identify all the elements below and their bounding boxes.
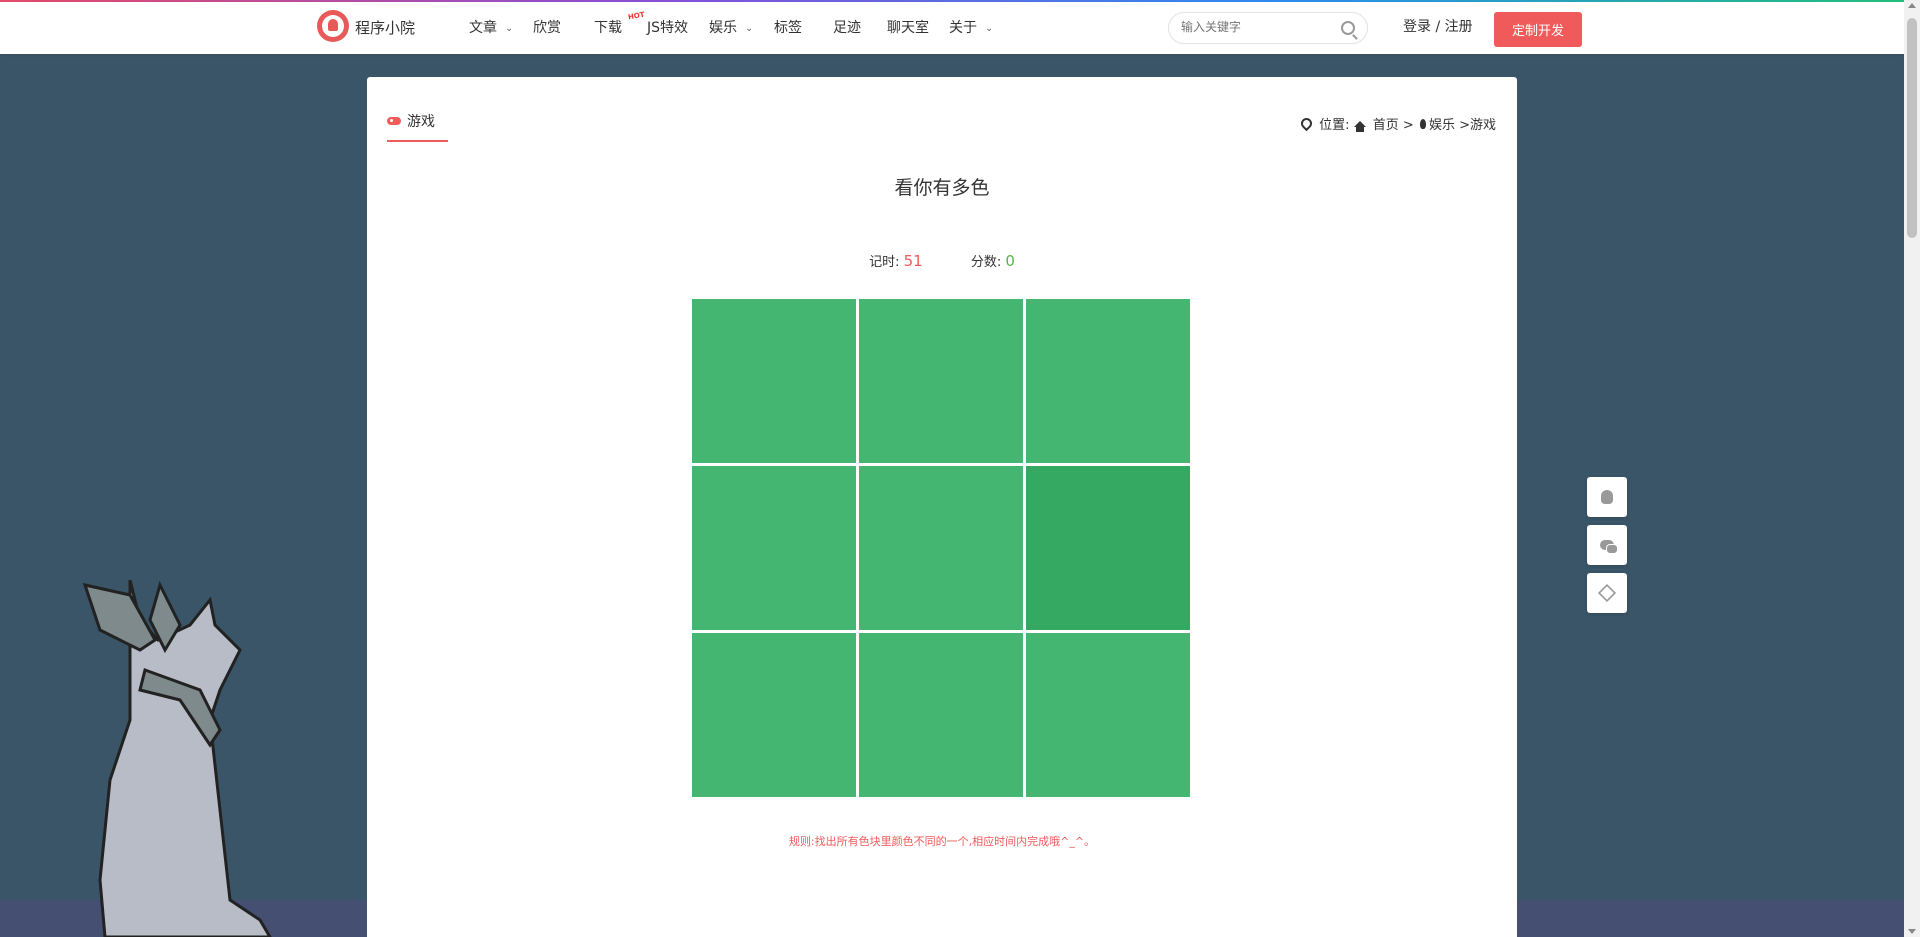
game-stats: 记时: 51 分数: 0 <box>367 251 1517 270</box>
nav-item-articles[interactable]: 文章 ⌄ <box>469 17 513 37</box>
breadcrumb-home[interactable]: 首页 <box>1373 118 1399 133</box>
wechat-contact-button[interactable] <box>1587 525 1627 565</box>
color-tile[interactable] <box>859 466 1023 630</box>
tab-label: 游戏 <box>407 114 435 130</box>
timer: 记时: 51 <box>869 251 923 270</box>
nav-item-tags[interactable]: 标签 <box>774 17 802 37</box>
timer-value: 51 <box>903 252 923 270</box>
game-title: 看你有多色 <box>894 177 990 199</box>
fire-icon <box>1419 119 1426 129</box>
color-tile[interactable] <box>692 299 856 463</box>
chevron-down-icon: ⌄ <box>505 23 514 34</box>
login-register-link[interactable]: 登录 / 注册 <box>1403 16 1473 36</box>
color-tile[interactable] <box>692 633 856 797</box>
breadcrumb: 位置: 首页 > 娱乐 >游戏 <box>1298 114 1496 133</box>
donate-button[interactable] <box>1587 573 1627 613</box>
scroll-up-arrow-icon[interactable] <box>1908 3 1916 8</box>
site-header: 程序小院 文章 ⌄ 欣赏 下载 JS特效 娱乐 ⌄ 标签 足迹 聊天室 关于 ⌄ HO… <box>0 2 1904 54</box>
nav-label: 文章 <box>469 20 497 36</box>
game-rule: 规则:找出所有色块里颜色不同的一个,相应时间内完成哦^_^。 <box>788 835 1096 848</box>
breadcrumb-category[interactable]: 娱乐 <box>1429 118 1455 133</box>
game-card: 游戏 位置: 首页 > 娱乐 >游戏 看你有多色 记时: 51 分数: 0 规则… <box>367 77 1517 937</box>
wechat-icon <box>1600 540 1618 554</box>
nav-item-gallery[interactable]: 欣赏 <box>533 17 561 37</box>
breadcrumb-separator: > <box>1402 118 1414 133</box>
custom-dev-button[interactable]: 定制开发 <box>1494 12 1582 47</box>
color-tile[interactable] <box>1026 299 1190 463</box>
cat-illustration <box>82 580 272 937</box>
breadcrumb-current: >游戏 <box>1459 118 1496 133</box>
breadcrumb-prefix: 位置: <box>1319 118 1350 133</box>
nav-item-entertainment[interactable]: 娱乐 ⌄ <box>709 17 753 37</box>
location-pin-icon <box>1298 115 1315 132</box>
diamond-icon <box>1597 583 1617 603</box>
nav-label: 娱乐 <box>709 20 737 36</box>
site-logo[interactable] <box>317 10 349 42</box>
chevron-down-icon: ⌄ <box>745 23 754 34</box>
nav-item-js-effects[interactable]: JS特效 <box>647 17 688 37</box>
qq-contact-button[interactable] <box>1587 477 1627 517</box>
odd-color-tile[interactable] <box>1026 466 1190 630</box>
gamepad-icon <box>387 117 401 125</box>
qq-icon <box>1601 490 1613 504</box>
score-value: 0 <box>1005 252 1015 270</box>
search-input[interactable] <box>1179 19 1333 35</box>
score: 分数: 0 <box>971 251 1015 270</box>
chevron-down-icon: ⌄ <box>985 23 994 34</box>
scroll-down-arrow-icon[interactable] <box>1908 929 1916 934</box>
nav-item-chatroom[interactable]: 聊天室 <box>887 17 929 37</box>
timer-label: 记时: <box>869 255 900 270</box>
home-icon <box>1353 121 1366 132</box>
nav-item-about[interactable]: 关于 ⌄ <box>949 17 993 37</box>
search-icon[interactable] <box>1341 21 1355 35</box>
color-tile[interactable] <box>692 466 856 630</box>
score-label: 分数: <box>970 255 1002 270</box>
brand-name[interactable]: 程序小院 <box>355 17 415 38</box>
color-tile[interactable] <box>859 633 1023 797</box>
hot-badge: HOT <box>627 10 646 22</box>
nav-item-footprints[interactable]: 足迹 <box>833 17 861 37</box>
nav-label: 关于 <box>949 20 977 36</box>
nav-item-download[interactable]: 下载 <box>594 17 622 37</box>
page-scrollbar[interactable] <box>1904 0 1920 937</box>
tab-games[interactable]: 游戏 <box>387 111 448 142</box>
color-tile[interactable] <box>859 299 1023 463</box>
color-grid <box>692 299 1190 797</box>
color-tile[interactable] <box>1026 633 1190 797</box>
scroll-thumb[interactable] <box>1907 18 1917 238</box>
search-box <box>1168 12 1368 44</box>
logo-icon <box>322 15 344 37</box>
